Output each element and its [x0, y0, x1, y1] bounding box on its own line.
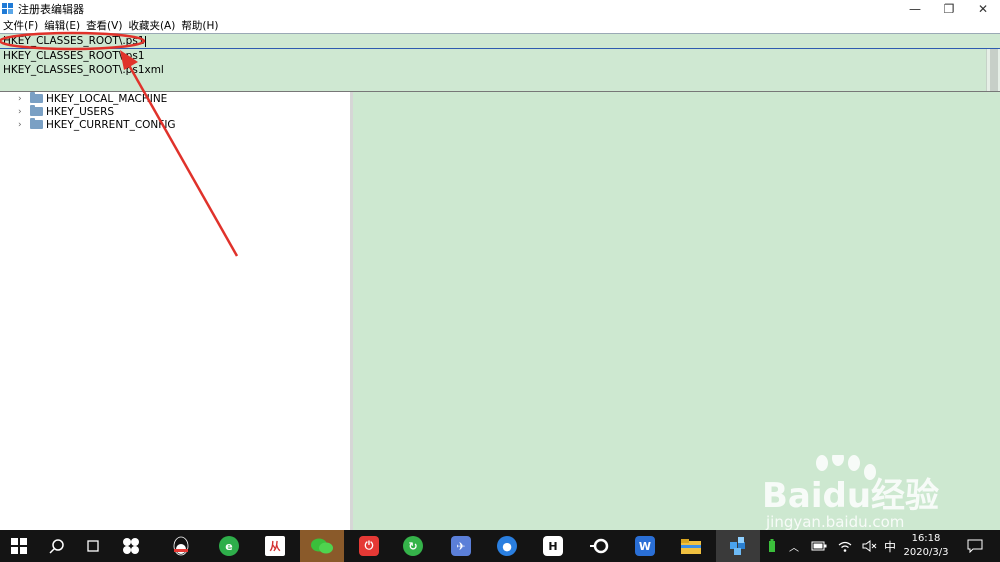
close-button[interactable]: ✕: [966, 0, 1000, 18]
ie-browser-icon: e: [219, 536, 239, 556]
tray-notifications[interactable]: [962, 530, 988, 562]
tray-wifi[interactable]: [834, 530, 856, 562]
autocomplete-dropdown: HKEY_CLASSES_ROOT\.ps1 HKEY_CLASSES_ROOT…: [0, 49, 1000, 92]
tree-item-hkcc[interactable]: › HKEY_CURRENT_CONFIG: [18, 118, 176, 131]
autocomplete-item-ps1xml[interactable]: HKEY_CLASSES_ROOT\.ps1xml: [3, 64, 164, 76]
tray-volume[interactable]: [858, 530, 880, 562]
taskbar-app-pinwheel[interactable]: [112, 530, 150, 562]
penguin-app-icon: ●: [497, 536, 517, 556]
chevron-right-icon[interactable]: ›: [18, 94, 26, 104]
regedit-icon: [730, 537, 745, 555]
tree-item-hklm[interactable]: › HKEY_LOCAL_MACHINE: [18, 92, 167, 105]
regedit-app-icon: [2, 3, 14, 15]
minimize-button[interactable]: —: [898, 0, 932, 18]
tray-clock[interactable]: 16:18 2020/3/3: [900, 532, 952, 560]
menu-help[interactable]: 帮助(H): [178, 18, 221, 33]
windows-start-icon: [11, 538, 27, 554]
autocomplete-item-ps1[interactable]: HKEY_CLASSES_ROOT\.ps1: [3, 50, 145, 62]
dropdown-scrollbar[interactable]: [986, 49, 1000, 91]
address-value: HKEY_CLASSES_ROOT\.ps1: [3, 35, 145, 47]
pinwheel-icon: [123, 538, 139, 554]
taskbar-app-circle[interactable]: [580, 530, 618, 562]
taskbar-app-wechat[interactable]: [300, 530, 344, 562]
scrollbar-thumb[interactable]: [990, 49, 998, 91]
task-view-button[interactable]: [74, 530, 112, 562]
qq-icon: [173, 536, 189, 556]
taskbar-app-qq[interactable]: [162, 530, 200, 562]
notification-icon: [967, 539, 983, 553]
refresh-app-icon: ↻: [403, 536, 423, 556]
folder-icon: [30, 105, 43, 116]
restore-button[interactable]: ❐: [932, 0, 966, 18]
wechat-icon: [311, 538, 333, 554]
battery-charge-icon: [769, 539, 775, 552]
red-app-icon: 从: [265, 536, 285, 556]
tray-battery[interactable]: [808, 530, 830, 562]
menu-bar: 文件(F) 编辑(E) 查看(V) 收藏夹(A) 帮助(H): [0, 18, 221, 32]
taskbar-app-wps[interactable]: W: [626, 530, 664, 562]
bird-app-icon: ✈: [451, 536, 471, 556]
chevron-up-icon: ︿: [789, 542, 799, 554]
taskbar-app-explorer[interactable]: [672, 530, 710, 562]
tray-battery-saver[interactable]: [764, 530, 780, 562]
file-explorer-icon: [681, 539, 701, 554]
menu-view[interactable]: 查看(V): [83, 18, 125, 33]
power-app-icon: ⏻: [359, 536, 379, 556]
clock-date: 2020/3/3: [903, 547, 949, 558]
values-pane: [353, 92, 1000, 530]
wifi-icon: [838, 541, 852, 552]
address-input[interactable]: HKEY_CLASSES_ROOT\.ps1: [3, 35, 146, 47]
text-caret: [144, 35, 146, 47]
registry-tree: › HKEY_LOCAL_MACHINE › HKEY_USERS › HKEY…: [0, 92, 350, 530]
window-title: 注册表编辑器: [18, 3, 84, 16]
taskbar-app-power[interactable]: ⏻: [350, 530, 388, 562]
menu-edit[interactable]: 编辑(E): [41, 18, 83, 33]
wps-writer-icon: W: [635, 536, 655, 556]
title-bar: 注册表编辑器 — ❐ ✕: [0, 0, 1000, 18]
chevron-right-icon[interactable]: ›: [18, 120, 26, 130]
menu-file[interactable]: 文件(F): [0, 18, 41, 33]
menu-favorites[interactable]: 收藏夹(A): [125, 18, 178, 33]
address-bar[interactable]: HKEY_CLASSES_ROOT\.ps1: [0, 33, 1000, 49]
tree-item-label: HKEY_CURRENT_CONFIG: [46, 118, 176, 131]
volume-muted-icon: [862, 540, 877, 552]
circle-app-icon: [590, 538, 609, 554]
start-button[interactable]: [0, 530, 38, 562]
taskbar-app-h[interactable]: H: [534, 530, 572, 562]
taskbar-app-red[interactable]: 从: [256, 530, 294, 562]
tray-show-hidden[interactable]: ︿: [784, 530, 804, 562]
taskbar-app-bird[interactable]: ✈: [442, 530, 480, 562]
tree-item-label: HKEY_LOCAL_MACHINE: [46, 92, 168, 105]
clock-time: 16:18: [911, 533, 941, 544]
tree-item-hku[interactable]: › HKEY_USERS: [18, 105, 114, 118]
folder-icon: [30, 118, 43, 129]
tray-ime[interactable]: 中: [880, 530, 900, 562]
taskbar: e 从 ⏻ ↻ ✈ ● H W ︿ 中 16:18 2020/3/3: [0, 530, 1000, 562]
taskbar-app-penguin[interactable]: ●: [488, 530, 526, 562]
search-icon: [49, 539, 64, 554]
h-app-icon: H: [543, 536, 563, 556]
battery-icon: [811, 541, 827, 551]
folder-icon: [30, 92, 43, 103]
search-button[interactable]: [38, 530, 76, 562]
task-view-icon: [87, 540, 99, 552]
taskbar-app-refresh[interactable]: ↻: [394, 530, 432, 562]
chevron-right-icon[interactable]: ›: [18, 107, 26, 117]
tree-item-label: HKEY_USERS: [46, 105, 115, 118]
taskbar-app-ie[interactable]: e: [210, 530, 248, 562]
window-controls: — ❐ ✕: [898, 0, 1000, 18]
taskbar-app-regedit[interactable]: [716, 530, 760, 562]
